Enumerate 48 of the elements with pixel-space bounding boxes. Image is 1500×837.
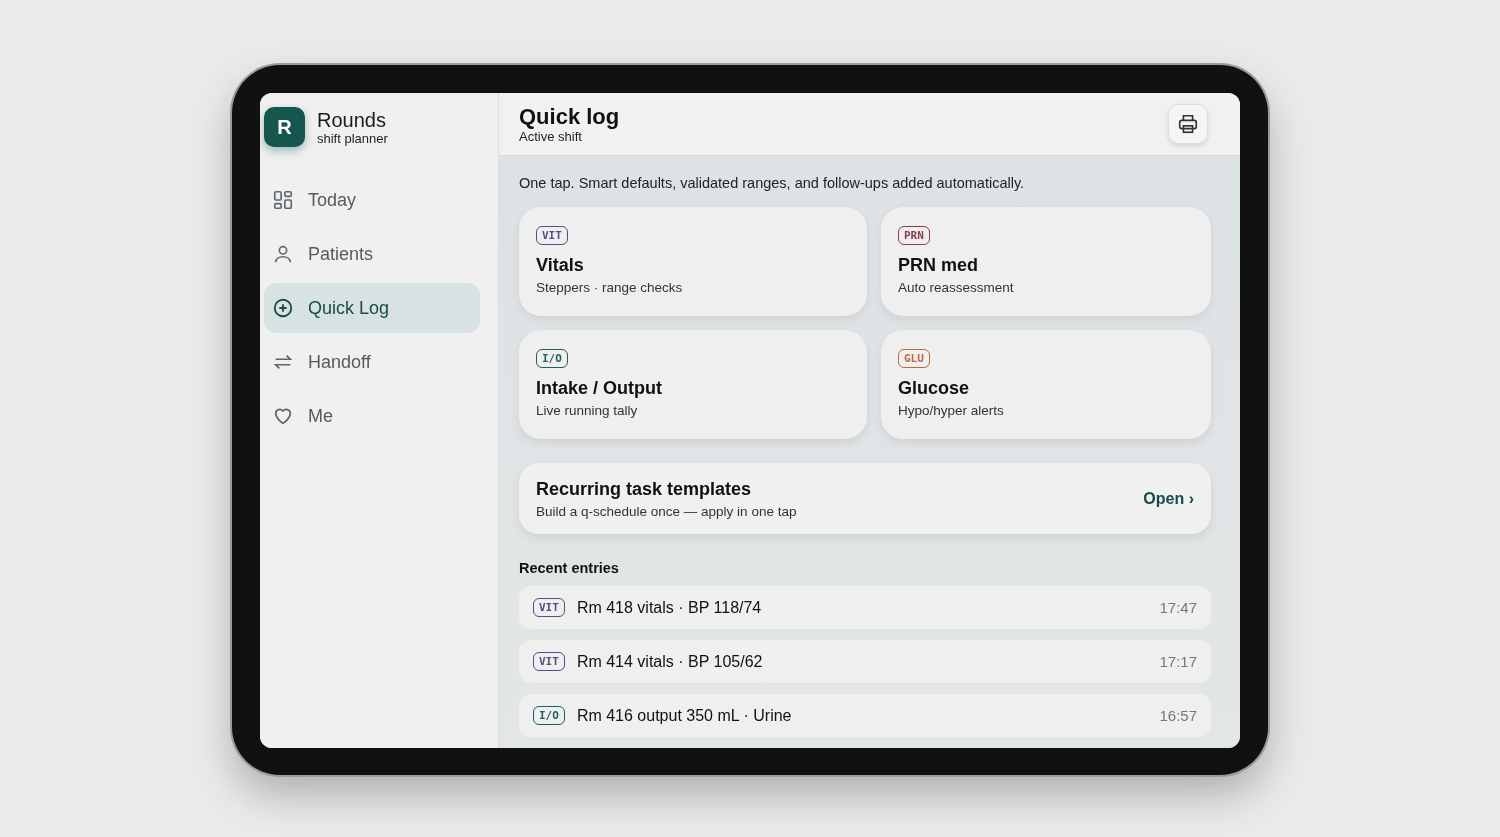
entry-row[interactable]: VIT Rm 418 vitals · BP 118/74 17:47: [519, 586, 1211, 629]
card-title: Vitals: [536, 255, 585, 276]
page-subtitle: Active shift: [519, 128, 583, 144]
card-subtitle: Build a q-schedule once — apply in one tap: [536, 503, 797, 519]
card-title: PRN med: [898, 255, 979, 276]
page-title: Quick log: [519, 104, 620, 129]
print-button[interactable]: [1168, 104, 1208, 144]
nav-item[interactable]: Handoff: [264, 337, 480, 387]
entry-time: 16:57: [1159, 707, 1197, 724]
nav-item[interactable]: Me: [264, 391, 480, 441]
category-tag: VIT: [533, 598, 565, 617]
printer-icon: [1177, 113, 1199, 135]
section-heading: Recent entries: [519, 560, 620, 576]
app-name: Rounds: [317, 108, 387, 131]
nav-item[interactable]: Today: [264, 175, 480, 225]
card-subtitle: Live running tally: [536, 403, 639, 418]
app-subtitle: shift planner: [317, 130, 388, 146]
log-card[interactable]: PRN PRN med Auto reassessment: [881, 207, 1211, 316]
card-title: Intake / Output: [536, 378, 663, 399]
card-title: Recurring task templates: [536, 478, 753, 500]
card-subtitle: Auto reassessment: [898, 280, 1015, 295]
card-subtitle: Steppers · range checks: [536, 280, 684, 295]
entry-row[interactable]: VIT Rm 414 vitals · BP 105/62 17:17: [519, 640, 1211, 683]
entry-row[interactable]: I/O Rm 416 output 350 mL · Urine 16:57: [519, 694, 1211, 737]
nav-item[interactable]: Quick Log: [264, 283, 480, 333]
entry-time: 17:47: [1159, 599, 1197, 616]
open-link[interactable]: Open ›: [1143, 489, 1194, 508]
person-icon: [272, 243, 294, 265]
grid-icon: [272, 189, 294, 211]
app-logo: R: [264, 107, 305, 147]
nav-item[interactable]: Patients: [264, 229, 480, 279]
entry-time: 17:17: [1159, 653, 1197, 670]
category-tag: PRN: [898, 226, 930, 245]
log-card[interactable]: I/O Intake / Output Live running tally: [519, 330, 867, 439]
entry-text: Rm 416 output 350 mL · Urine: [576, 706, 793, 725]
log-card[interactable]: VIT Vitals Steppers · range checks: [519, 207, 867, 316]
category-tag: I/O: [536, 349, 568, 368]
category-tag: VIT: [536, 226, 568, 245]
card-title: Glucose: [898, 378, 971, 399]
add-icon: [272, 297, 294, 319]
category-tag: VIT: [533, 652, 565, 671]
intro-text: One tap. Smart defaults, validated ranges, and follow-ups added automatically.: [519, 175, 1026, 191]
entry-text: Rm 414 vitals · BP 105/62: [576, 652, 764, 671]
entry-text: Rm 418 vitals · BP 118/74: [576, 598, 763, 617]
log-card[interactable]: GLU Glucose Hypo/hyper alerts: [881, 330, 1211, 439]
category-tag: I/O: [533, 706, 565, 725]
category-tag: GLU: [898, 349, 930, 368]
card-subtitle: Hypo/hyper alerts: [898, 403, 1005, 418]
